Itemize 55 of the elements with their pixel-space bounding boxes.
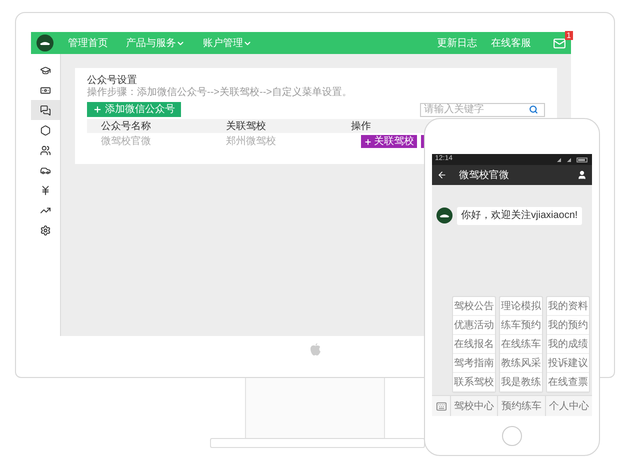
yen-icon <box>40 184 51 196</box>
apple-logo-icon <box>310 342 320 356</box>
menu-item[interactable]: 在线查票 <box>547 373 589 392</box>
plus-icon <box>93 105 102 114</box>
link-school-button[interactable]: 关联驾校 <box>361 135 417 148</box>
banknote-icon <box>40 84 51 96</box>
hexagon-icon <box>40 124 51 136</box>
nav-link[interactable]: 产品与服务 <box>126 36 185 50</box>
header-link[interactable]: 更新日志 <box>437 36 477 50</box>
nav-link[interactable]: 管理首页 <box>68 36 108 50</box>
panel-title: 公众号设置 <box>87 74 138 86</box>
menu-item[interactable]: 理论模拟 <box>500 297 542 316</box>
menu-item[interactable]: 优惠活动 <box>453 316 495 335</box>
menu-item[interactable]: 我的成绩 <box>547 335 589 354</box>
users-icon <box>40 144 51 156</box>
car-avatar-icon <box>436 207 453 224</box>
menu-item[interactable]: 在线报名 <box>453 335 495 354</box>
graduation-cap-icon <box>40 64 51 76</box>
column-header: 公众号名称 <box>101 120 152 134</box>
notification-badge: 1 <box>564 30 573 40</box>
table-cell-text: 郑州微驾校 <box>226 134 277 149</box>
menu-item[interactable]: 驾考指南 <box>453 354 495 373</box>
search-field[interactable]: 请输入关键字 <box>420 102 545 116</box>
settings-icon <box>40 224 51 236</box>
menu-tab[interactable]: 个人中心 <box>544 396 592 416</box>
nav-link[interactable]: 账户管理 <box>203 36 252 50</box>
menu-item[interactable]: 练车预约 <box>500 316 542 335</box>
menu-item[interactable]: 我的预约 <box>547 316 589 335</box>
sidebar-item[interactable] <box>31 100 60 120</box>
table-cell-text: 微驾校官微 <box>101 134 152 149</box>
column-header: 操作 <box>351 120 371 134</box>
menu-item[interactable]: 投诉建议 <box>547 354 589 373</box>
user-icon[interactable] <box>577 170 587 180</box>
column-header: 关联驾校 <box>226 120 267 134</box>
back-icon[interactable] <box>437 170 447 180</box>
hint-text: 操作步骤：添加微信公众号-->关联驾校-->自定义菜单设置。 <box>87 87 353 99</box>
keyboard-icon[interactable] <box>436 400 446 412</box>
car-logo-icon <box>36 34 54 52</box>
header-link[interactable]: 在线客服 <box>491 36 531 50</box>
menu-tab[interactable]: 预约练车 <box>497 396 545 416</box>
chat-title: 微驾校官微 <box>459 168 509 182</box>
menu-item[interactable]: 在线练车 <box>500 335 542 354</box>
mail-icon[interactable] <box>553 36 566 50</box>
plus-icon <box>364 138 372 146</box>
menu-tab[interactable]: 驾校中心 <box>450 396 498 416</box>
menu-item[interactable]: 我是教练 <box>500 373 542 392</box>
message-bubble: 你好，欢迎关注vjiaxiaocn! <box>457 207 582 225</box>
menu-item[interactable]: 教练风采 <box>500 354 542 373</box>
menu-item[interactable]: 我的资料 <box>547 297 589 316</box>
signal-battery-icon <box>555 156 589 162</box>
menu-item[interactable]: 驾校公告 <box>453 297 495 316</box>
add-account-button[interactable]: 添加微信公众号 <box>87 102 181 117</box>
search-icon[interactable] <box>529 105 538 114</box>
menu-item[interactable]: 联系驾校 <box>453 373 495 392</box>
chat-bubbles-icon <box>40 104 51 116</box>
